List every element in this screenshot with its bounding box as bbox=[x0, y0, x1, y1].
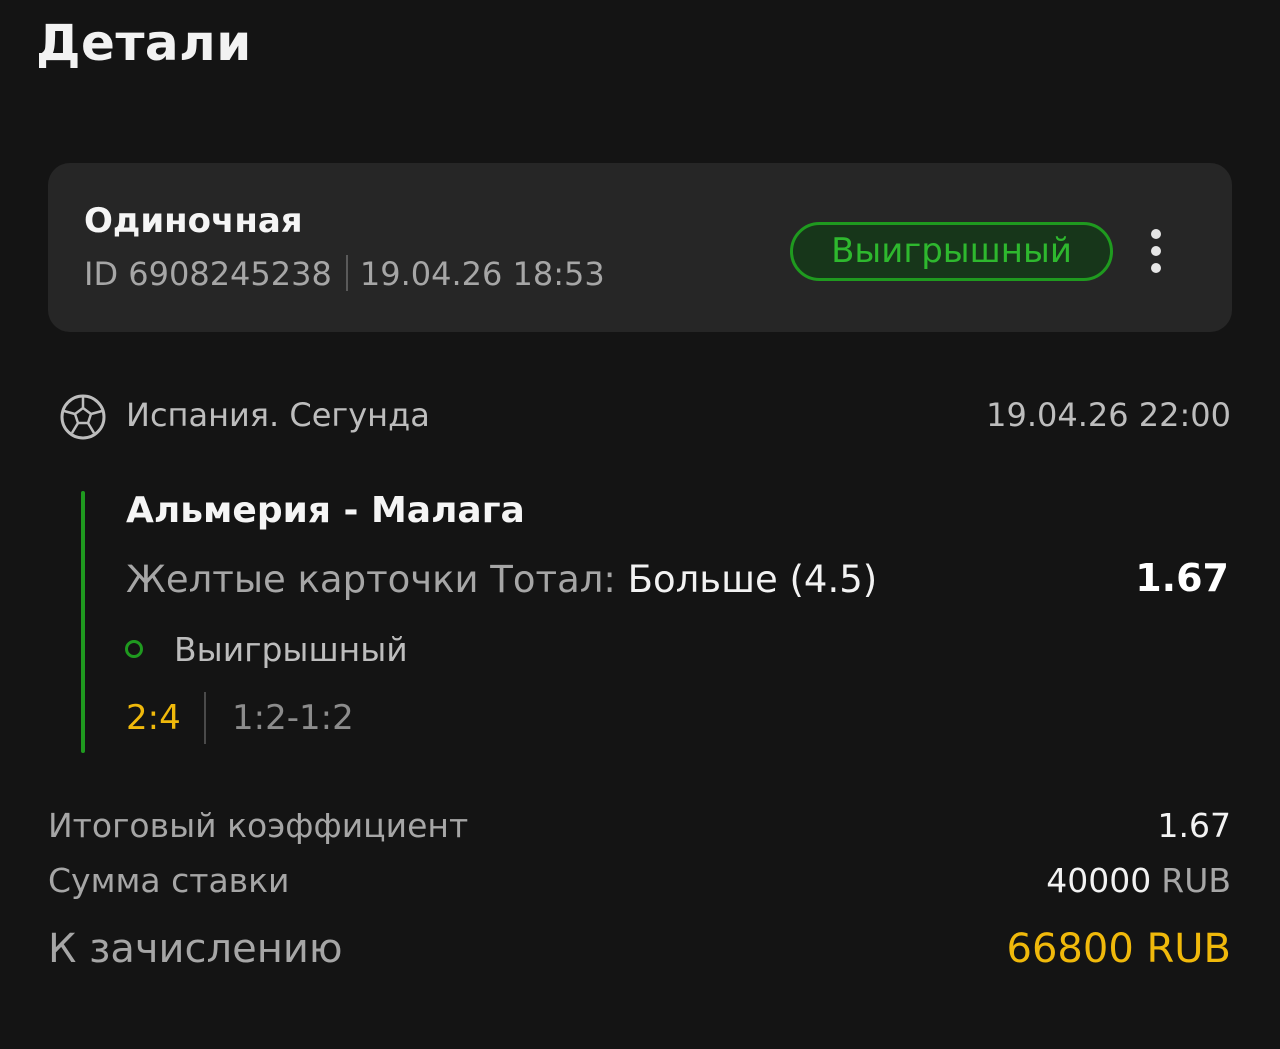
bet-id: ID 6908245238 bbox=[84, 255, 332, 293]
soccer-ball-icon bbox=[60, 394, 106, 440]
payout-label: К зачислению bbox=[48, 926, 343, 972]
more-dot-icon bbox=[1151, 246, 1161, 256]
market-selection: Больше (4.5) bbox=[627, 558, 878, 601]
bet-type-label: Одиночная bbox=[84, 201, 303, 241]
final-score: 2:4 bbox=[126, 698, 181, 738]
more-options-button[interactable] bbox=[1144, 229, 1168, 273]
bet-placed-time: 19.04.26 18:53 bbox=[359, 255, 605, 293]
event-start-time: 19.04.26 22:00 bbox=[986, 396, 1231, 434]
total-odds-label: Итоговый коэффициент bbox=[48, 806, 469, 845]
match-title: Альмерия - Малага bbox=[126, 490, 525, 531]
total-odds-value: 1.67 bbox=[1157, 806, 1231, 845]
stake-label: Сумма ставки bbox=[48, 861, 290, 900]
bet-summary-card: Одиночная ID 6908245238 19.04.26 18:53 Вы… bbox=[48, 163, 1232, 332]
market-line: Желтые карточки Тотал: Больше (4.5) bbox=[126, 558, 877, 601]
market-name: Желтые карточки Тотал: bbox=[126, 558, 628, 601]
total-odds-row: Итоговый коэффициент 1.67 bbox=[48, 806, 1231, 845]
stake-currency: RUB bbox=[1161, 861, 1231, 900]
league-name: Испания. Сегунда bbox=[126, 396, 430, 434]
stake-row: Сумма ставки 40000 RUB bbox=[48, 861, 1231, 900]
stake-value: 40000 RUB bbox=[1046, 861, 1231, 900]
event-status-bar bbox=[81, 491, 85, 753]
page-title: Детали bbox=[36, 14, 252, 72]
meta-divider bbox=[345, 255, 348, 291]
more-dot-icon bbox=[1151, 229, 1161, 239]
more-dot-icon bbox=[1151, 263, 1161, 273]
score-divider bbox=[204, 692, 206, 744]
status-badge: Выигрышный bbox=[790, 222, 1113, 281]
event-odds: 1.67 bbox=[1135, 556, 1229, 600]
bet-meta: ID 6908245238 19.04.26 18:53 bbox=[84, 255, 605, 293]
result-status-icon bbox=[125, 640, 143, 658]
stake-amount: 40000 bbox=[1046, 861, 1152, 900]
result-label: Выигрышный bbox=[174, 630, 408, 669]
period-score: 1:2-1:2 bbox=[232, 698, 354, 738]
payout-row: К зачислению 66800 RUB bbox=[48, 926, 1231, 972]
payout-value: 66800 RUB bbox=[1006, 926, 1231, 972]
